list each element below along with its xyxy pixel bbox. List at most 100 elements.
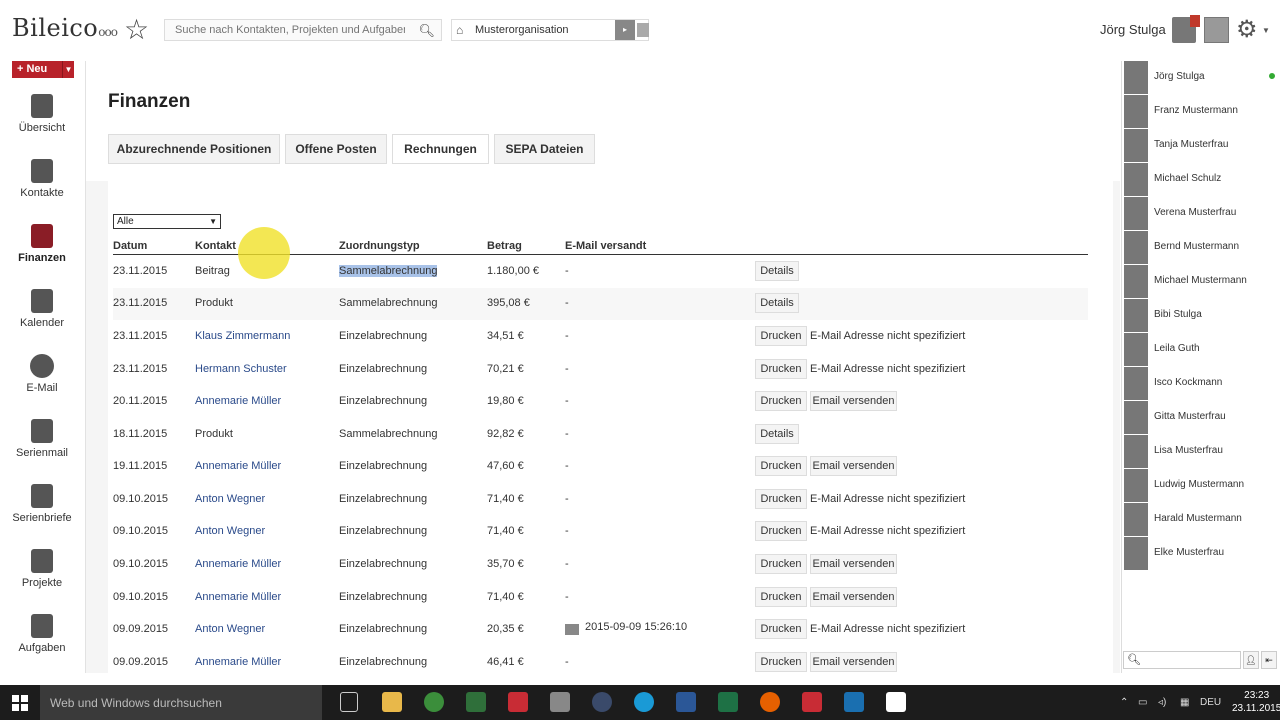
- new-dropdown-icon[interactable]: ▼: [62, 61, 74, 78]
- sidebar-item-kalender[interactable]: Kalender: [0, 275, 84, 335]
- contact-search-input[interactable]: 🔍︎: [1123, 651, 1241, 669]
- send-email-button[interactable]: Email versenden: [810, 391, 897, 411]
- gear-icon[interactable]: ⚙: [1236, 17, 1260, 43]
- print-button[interactable]: Drucken: [755, 489, 807, 509]
- taskbar-search[interactable]: Web und Windows durchsuchen: [40, 685, 322, 720]
- collapse-panel-icon[interactable]: ⇤: [1261, 651, 1277, 669]
- contact-item[interactable]: Bernd Mustermann: [1124, 231, 1279, 265]
- contact-item[interactable]: Michael Mustermann: [1124, 265, 1279, 299]
- contact-item[interactable]: Elke Musterfrau: [1124, 537, 1279, 571]
- print-button[interactable]: Drucken: [755, 521, 807, 541]
- contact-item[interactable]: Lisa Musterfrau: [1124, 435, 1279, 469]
- contact-item[interactable]: Bibi Stulga: [1124, 299, 1279, 333]
- user-avatar-icon[interactable]: [1204, 17, 1229, 43]
- sidebar-item-aufgaben[interactable]: Aufgaben: [0, 600, 84, 660]
- sidebar-item-finanzen[interactable]: Finanzen: [0, 210, 84, 270]
- search-icon[interactable]: 🔍︎: [418, 23, 435, 39]
- new-button[interactable]: + Neu ▼: [12, 61, 74, 78]
- sidebar-item-kontakte[interactable]: Kontakte: [0, 145, 84, 205]
- print-button[interactable]: Drucken: [755, 619, 807, 639]
- details-button[interactable]: Details: [755, 293, 799, 313]
- table-row[interactable]: 18.11.2015 Produkt Sammelabrechnung 92,8…: [113, 419, 1088, 451]
- contact-item[interactable]: Isco Kockmann: [1124, 367, 1279, 401]
- filter-select[interactable]: Alle ▼: [113, 214, 221, 229]
- table-row[interactable]: 23.11.2015 Hermann Schuster Einzelabrech…: [113, 354, 1088, 386]
- send-email-button[interactable]: Email versenden: [810, 587, 897, 607]
- print-button[interactable]: Drucken: [755, 554, 807, 574]
- contact-item[interactable]: Michael Schulz: [1124, 163, 1279, 197]
- cell-contact-link[interactable]: Annemarie Müller: [195, 460, 281, 472]
- send-email-button[interactable]: Email versenden: [810, 456, 897, 476]
- cell-contact-link[interactable]: Annemarie Müller: [195, 656, 281, 668]
- organization-switch-icon[interactable]: [637, 23, 649, 37]
- contact-item[interactable]: Ludwig Mustermann: [1124, 469, 1279, 503]
- contact-user-filter-icon[interactable]: 👤︎: [1243, 651, 1259, 669]
- contact-item[interactable]: Franz Mustermann: [1124, 95, 1279, 129]
- send-email-button[interactable]: Email versenden: [810, 554, 897, 574]
- print-button[interactable]: Drucken: [755, 456, 807, 476]
- app-gray-icon[interactable]: [550, 692, 570, 712]
- app-red2-icon[interactable]: [802, 692, 822, 712]
- contact-item[interactable]: Gitta Musterfrau: [1124, 401, 1279, 435]
- skype-icon[interactable]: [634, 692, 654, 712]
- calendar-notification-icon[interactable]: [1172, 15, 1200, 43]
- app-white-icon[interactable]: [886, 692, 906, 712]
- tab-rechnungen[interactable]: Rechnungen: [392, 134, 489, 164]
- table-row[interactable]: 20.11.2015 Annemarie Müller Einzelabrech…: [113, 386, 1088, 418]
- print-button[interactable]: Drucken: [755, 391, 807, 411]
- sidebar-item-serienbriefe[interactable]: Serienbriefe: [0, 470, 84, 530]
- table-row[interactable]: 09.10.2015 Annemarie Müller Einzelabrech…: [113, 549, 1088, 581]
- contact-item[interactable]: Verena Musterfrau: [1124, 197, 1279, 231]
- cell-contact-link[interactable]: Anton Wegner: [195, 525, 265, 537]
- details-button[interactable]: Details: [755, 261, 799, 281]
- file-explorer-icon[interactable]: [382, 692, 402, 712]
- cell-contact-link[interactable]: Anton Wegner: [195, 493, 265, 505]
- table-row[interactable]: 23.11.2015 Klaus Zimmermann Einzelabrech…: [113, 321, 1088, 353]
- keyboard-icon[interactable]: ▦: [1180, 697, 1189, 708]
- tab-abzurechnende-positionen[interactable]: Abzurechnende Positionen: [108, 134, 280, 164]
- excel-icon[interactable]: [718, 692, 738, 712]
- contact-item[interactable]: Jörg Stulga: [1124, 61, 1279, 95]
- cell-contact-link[interactable]: Hermann Schuster: [195, 363, 287, 375]
- network-icon[interactable]: ▭: [1138, 697, 1147, 708]
- column-header-zuordnungstyp[interactable]: Zuordnungstyp: [339, 240, 420, 252]
- chrome-icon[interactable]: [424, 692, 444, 712]
- language-indicator[interactable]: DEU: [1200, 697, 1221, 708]
- word-icon[interactable]: [676, 692, 696, 712]
- sidebar-item-projekte[interactable]: Projekte: [0, 535, 84, 595]
- app-blue-icon[interactable]: [844, 692, 864, 712]
- app-red-icon[interactable]: [508, 692, 528, 712]
- column-header-email-versandt[interactable]: E-Mail versandt: [565, 240, 646, 252]
- contact-item[interactable]: Harald Mustermann: [1124, 503, 1279, 537]
- sidebar-item-uebersicht[interactable]: Übersicht: [0, 80, 84, 140]
- column-header-kontakt[interactable]: Kontakt: [195, 240, 236, 252]
- table-row[interactable]: 09.10.2015 Anton Wegner Einzelabrechnung…: [113, 516, 1088, 548]
- app-round-icon[interactable]: [592, 692, 612, 712]
- contact-item[interactable]: Tanja Musterfrau: [1124, 129, 1279, 163]
- table-row[interactable]: 09.09.2015 Annemarie Müller Einzelabrech…: [113, 647, 1088, 673]
- windows-start-icon[interactable]: [12, 695, 28, 711]
- table-row[interactable]: 23.11.2015 Produkt Sammelabrechnung 395,…: [113, 288, 1088, 320]
- cell-contact-link[interactable]: Anton Wegner: [195, 623, 265, 635]
- column-header-datum[interactable]: Datum: [113, 240, 147, 252]
- column-header-betrag[interactable]: Betrag: [487, 240, 522, 252]
- table-row[interactable]: 19.11.2015 Annemarie Müller Einzelabrech…: [113, 451, 1088, 483]
- organization-next-button[interactable]: ▸: [615, 20, 635, 40]
- volume-icon[interactable]: ◃): [1158, 697, 1166, 708]
- task-view-icon[interactable]: [340, 692, 358, 712]
- print-button[interactable]: Drucken: [755, 587, 807, 607]
- camtasia-icon[interactable]: [466, 692, 486, 712]
- chevron-down-icon[interactable]: ▼: [1262, 26, 1270, 35]
- organization-selector[interactable]: ⌂ Musterorganisation ▸: [451, 19, 649, 41]
- print-button[interactable]: Drucken: [755, 326, 807, 346]
- cell-contact-link[interactable]: Annemarie Müller: [195, 558, 281, 570]
- sidebar-item-email[interactable]: E-Mail: [0, 340, 84, 400]
- table-row[interactable]: 09.09.2015 Anton Wegner Einzelabrechnung…: [113, 614, 1088, 646]
- send-email-button[interactable]: Email versenden: [810, 652, 897, 672]
- cell-contact-link[interactable]: Klaus Zimmermann: [195, 330, 290, 342]
- clock[interactable]: 23:23 23.11.2015: [1232, 689, 1280, 715]
- user-name[interactable]: Jörg Stulga: [1100, 22, 1166, 37]
- contact-item[interactable]: Leila Guth: [1124, 333, 1279, 367]
- tray-expand-icon[interactable]: ⌃: [1120, 697, 1128, 708]
- details-button[interactable]: Details: [755, 424, 799, 444]
